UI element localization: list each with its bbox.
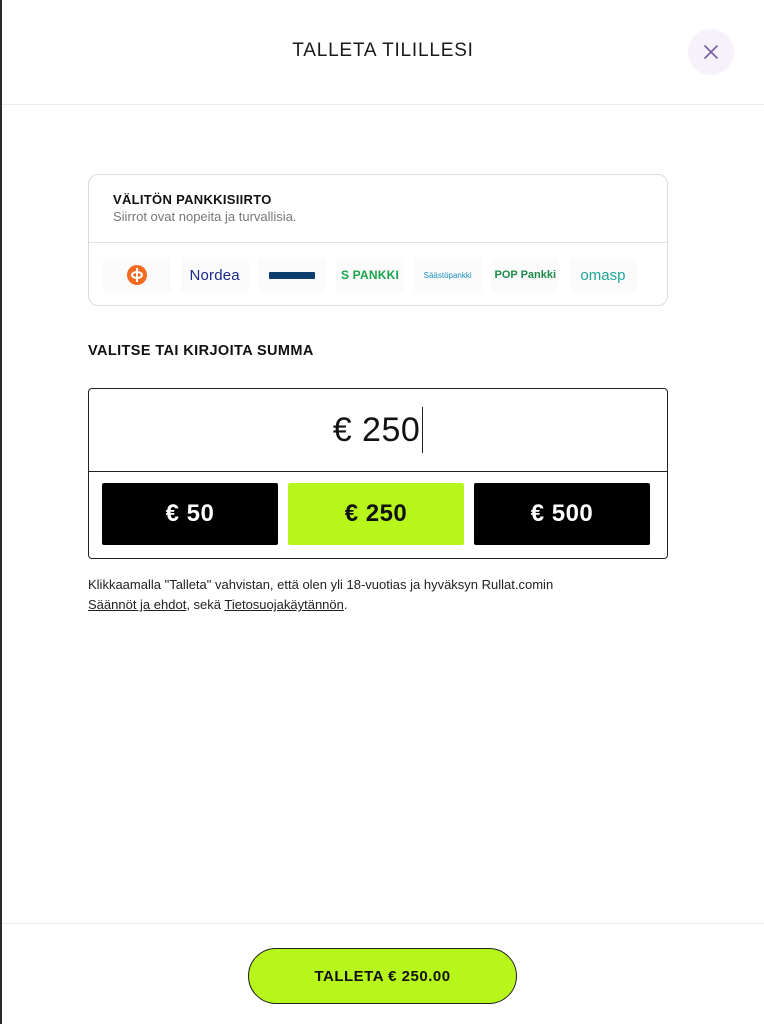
modal-title: TALLETA TILILLESI bbox=[292, 40, 474, 61]
close-button[interactable] bbox=[688, 29, 734, 75]
terms-text: Klikkaamalla "Talleta" vahvistan, että o… bbox=[88, 575, 668, 615]
window-edge bbox=[0, 0, 2, 1024]
preset-50-button[interactable]: € 50 bbox=[102, 483, 278, 545]
bank-transfer-card: VÄLITÖN PANKKISIIRTO Siirrot ovat nopeit… bbox=[88, 174, 668, 306]
preset-250-button[interactable]: € 250 bbox=[288, 483, 464, 545]
terms-end: . bbox=[343, 597, 348, 612]
saastopankki-logo: Säästöpankki bbox=[423, 270, 472, 280]
amount-presets: € 50 € 250 € 500 bbox=[102, 483, 654, 545]
text-caret bbox=[422, 407, 424, 453]
bank-spankki[interactable]: S PANKKI bbox=[335, 257, 404, 293]
bank-transfer-title: VÄLITÖN PANKKISIIRTO bbox=[113, 192, 272, 207]
deposit-button[interactable]: TALLETA € 250.00 bbox=[248, 948, 517, 1004]
modal-header: TALLETA TILILLESI bbox=[2, 0, 764, 105]
amount-section-label: VALITSE TAI KIRJOITA SUMMA bbox=[88, 343, 314, 359]
amount-selector: € 250 € 50 € 250 € 500 bbox=[88, 388, 668, 559]
bank-danske[interactable] bbox=[258, 257, 327, 293]
nordea-logo: Nordea bbox=[189, 266, 240, 284]
bank-logos: Nordea S PANKKI Säästöpankki POP Pankki … bbox=[103, 257, 637, 293]
divider bbox=[89, 242, 667, 243]
danske-bank-logo-icon bbox=[269, 271, 316, 279]
rules-link[interactable]: Säännöt ja ehdot bbox=[88, 597, 186, 612]
bank-pop-pankki[interactable]: POP Pankki bbox=[491, 257, 560, 293]
footer-divider bbox=[2, 923, 764, 924]
terms-separator: , sekä bbox=[186, 597, 225, 612]
privacy-link[interactable]: Tietosuojakäytännön bbox=[224, 597, 344, 612]
amount-value: € 250 bbox=[332, 410, 421, 449]
close-icon bbox=[704, 45, 718, 59]
bank-omasp[interactable]: omasp bbox=[568, 257, 637, 293]
amount-input[interactable]: € 250 bbox=[89, 389, 667, 472]
spankki-logo: S PANKKI bbox=[340, 268, 399, 282]
terms-statement: Klikkaamalla "Talleta" vahvistan, että o… bbox=[88, 577, 554, 592]
preset-500-button[interactable]: € 500 bbox=[474, 483, 650, 545]
bank-saastopankki[interactable]: Säästöpankki bbox=[413, 257, 482, 293]
bank-op[interactable] bbox=[103, 257, 171, 293]
pop-pankki-logo: POP Pankki bbox=[494, 269, 557, 281]
bank-nordea[interactable]: Nordea bbox=[180, 257, 249, 293]
op-logo-icon bbox=[127, 265, 147, 285]
omasp-logo: omasp bbox=[580, 266, 626, 284]
bank-transfer-subtitle: Siirrot ovat nopeita ja turvallisia. bbox=[113, 209, 297, 224]
